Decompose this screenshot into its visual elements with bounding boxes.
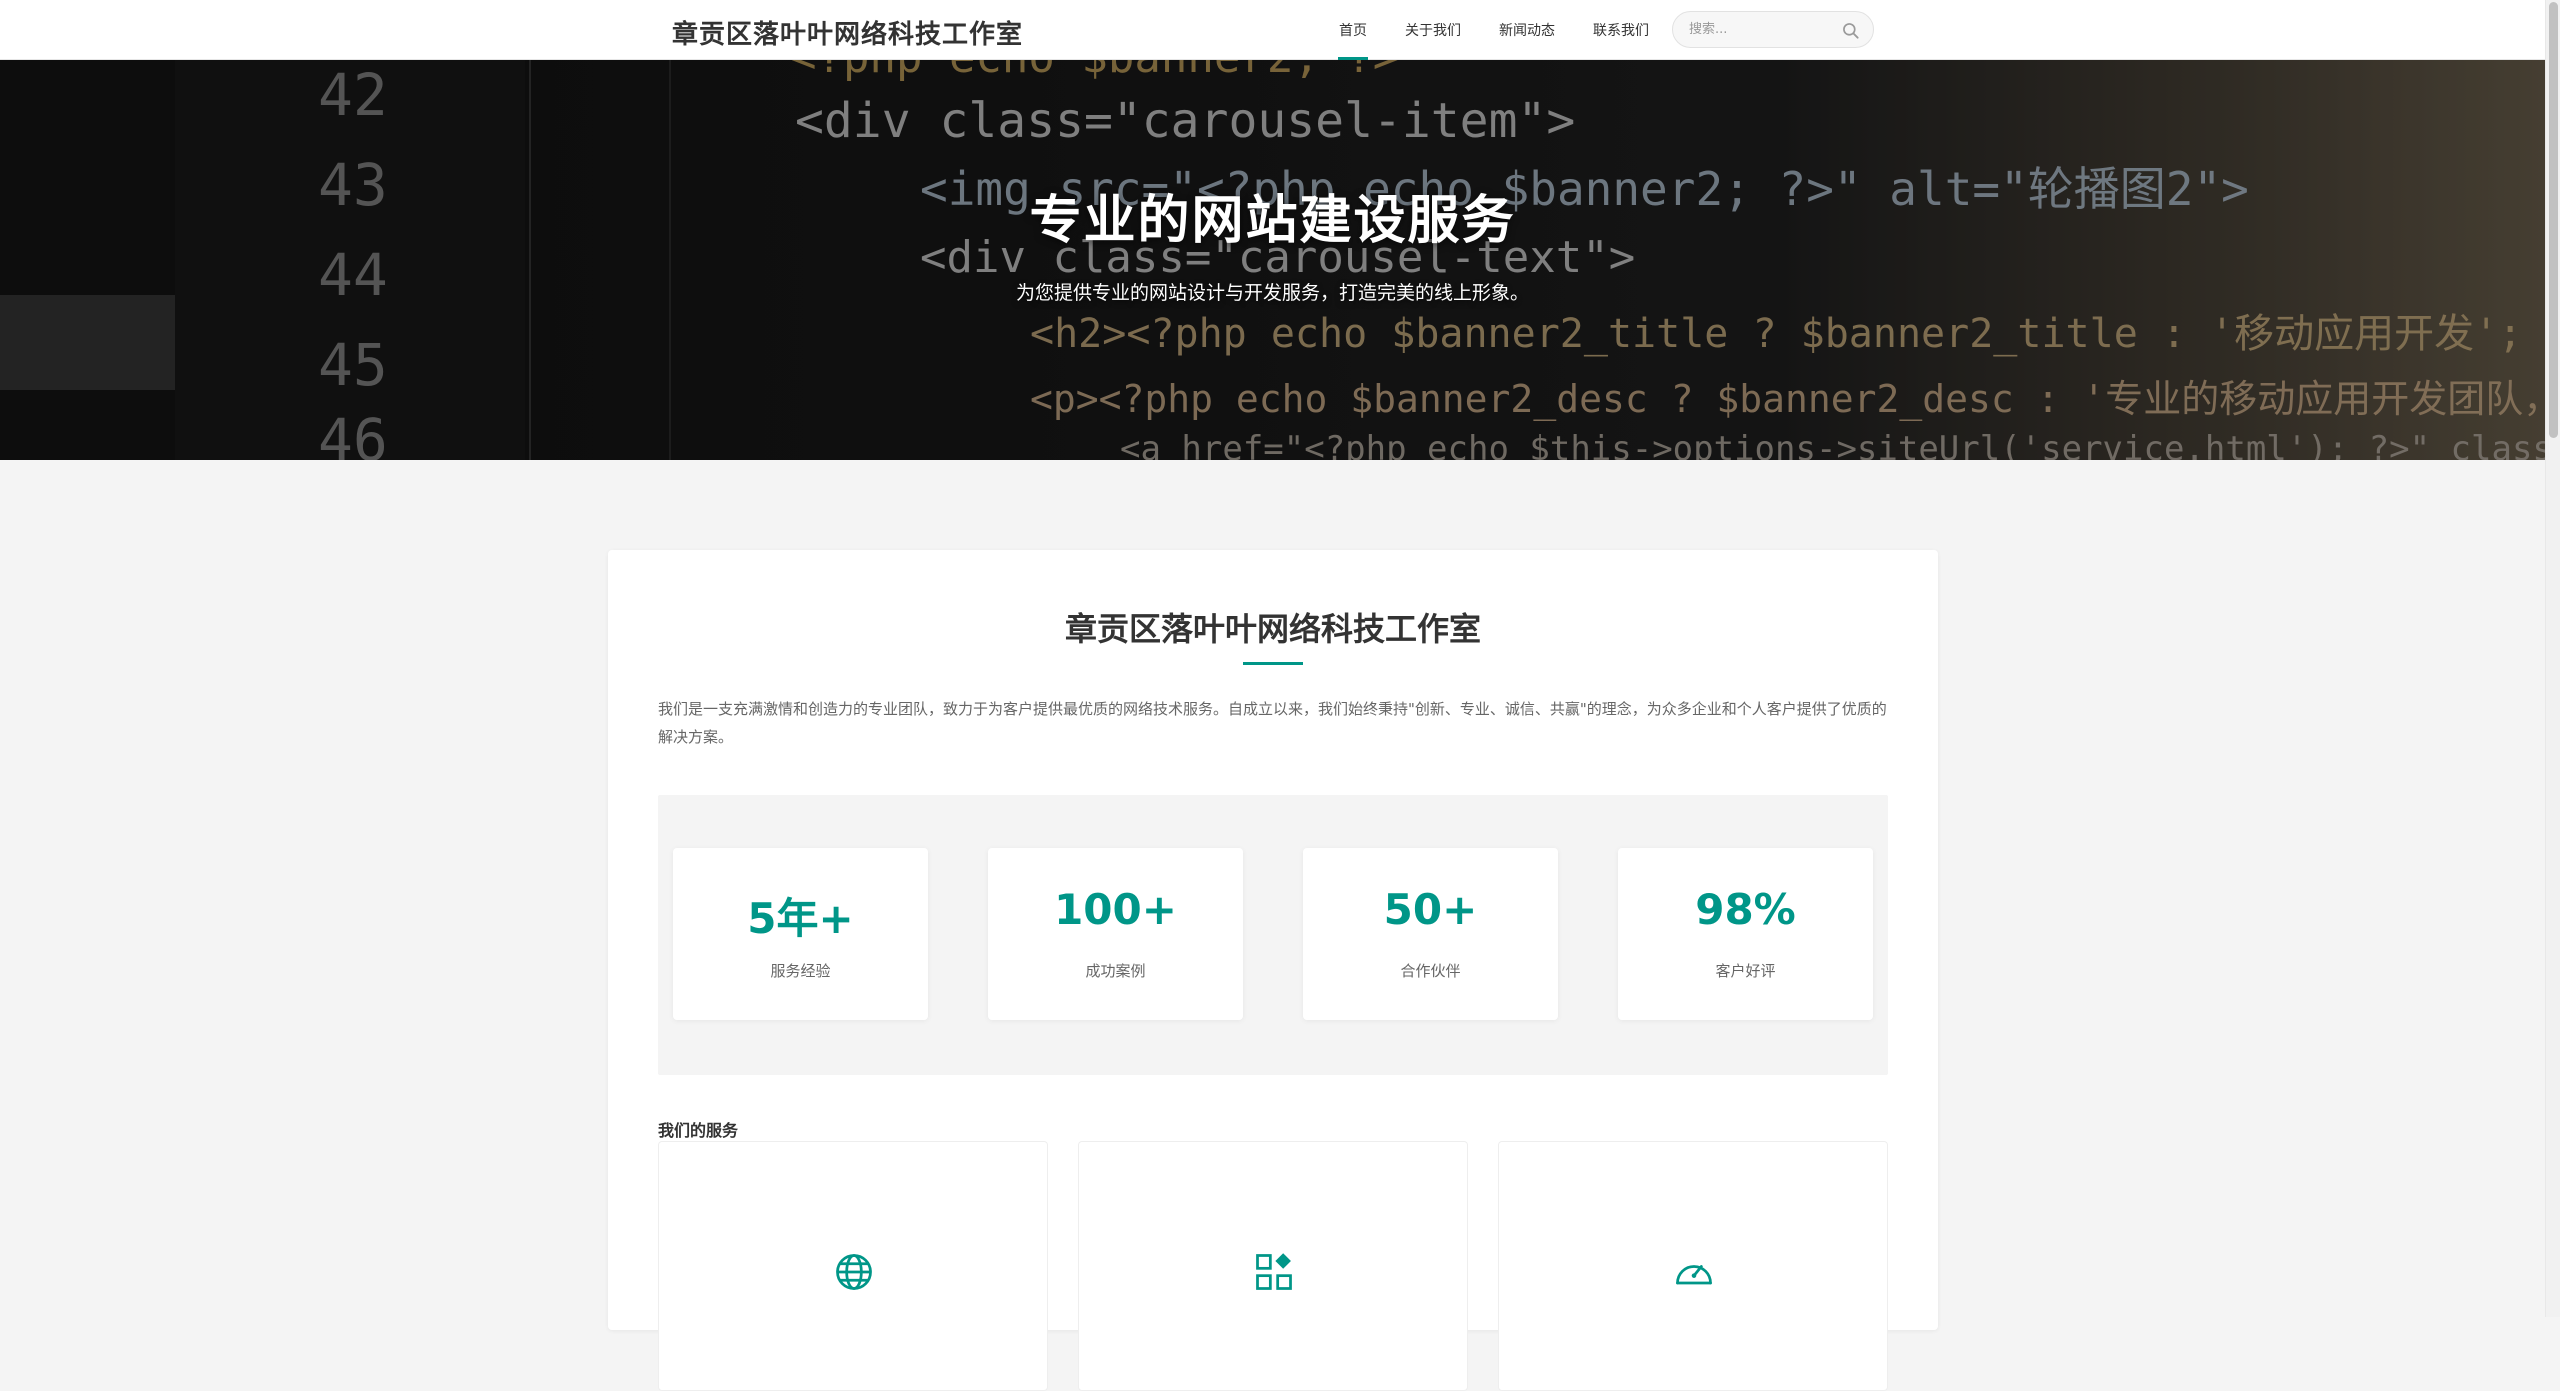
hero-description: 为您提供专业的网站设计与开发服务，打造完美的线上形象。 [1015, 282, 1529, 304]
globe-icon [836, 1254, 872, 1290]
top-navigation-bar: 章贡区落叶叶网络科技工作室 首页 关于我们 新闻动态 联系我们 [0, 0, 2545, 60]
nav-item-contact[interactable]: 联系我们 [1574, 0, 1668, 60]
stat-card-cases: 100+ 成功案例 [988, 848, 1243, 1020]
hero-overlay [0, 60, 2545, 460]
nav-label: 关于我们 [1405, 23, 1461, 39]
nav-label: 新闻动态 [1499, 23, 1555, 39]
nav-item-news[interactable]: 新闻动态 [1480, 0, 1574, 60]
hero-banner: 42 43 44 45 46 <?php echo $banner2; ?> <… [0, 60, 2545, 460]
stat-label: 服务经验 [770, 962, 831, 980]
stat-card-partners: 50+ 合作伙伴 [1303, 848, 1558, 1020]
stat-value: 98% [1695, 885, 1796, 934]
service-card-performance[interactable] [1498, 1141, 1888, 1391]
nav-label: 首页 [1339, 23, 1367, 39]
stat-label: 合作伙伴 [1400, 962, 1461, 980]
scrollbar-thumb[interactable] [2549, 2, 2558, 438]
stat-card-reviews: 98% 客户好评 [1618, 848, 1873, 1020]
page-scrollbar[interactable] [2545, 0, 2560, 1317]
stat-value: 100+ [1054, 885, 1177, 934]
about-intro: 我们是一支充满激情和创造力的专业团队，致力于为客户提供最优质的网络技术服务。自成… [658, 700, 1887, 746]
search-input[interactable] [1687, 21, 1827, 38]
stat-card-experience: 5年+ 服务经验 [673, 848, 928, 1020]
search-box [1672, 11, 1874, 48]
nav-item-about[interactable]: 关于我们 [1386, 0, 1480, 60]
stat-label: 客户好评 [1715, 962, 1776, 980]
service-card-web[interactable] [658, 1141, 1048, 1391]
site-brand[interactable]: 章贡区落叶叶网络科技工作室 [672, 14, 1023, 51]
service-card-apps[interactable] [1078, 1141, 1468, 1391]
nav-item-home[interactable]: 首页 [1320, 0, 1386, 60]
hero-title: 专业的网站建设服务 [1029, 191, 1516, 251]
search-icon[interactable] [1841, 21, 1861, 41]
about-card: 章贡区落叶叶网络科技工作室 我们是一支充满激情和创造力的专业团队，致力于为客户提… [608, 550, 1938, 1391]
main-nav: 首页 关于我们 新闻动态 联系我们 [1320, 0, 1668, 60]
speedometer-icon [1676, 1265, 1712, 1285]
apps-grid-icon [1256, 1253, 1292, 1290]
nav-label: 联系我们 [1593, 23, 1649, 39]
services-heading: 我们的服务 [658, 1121, 739, 1140]
about-title: 章贡区落叶叶网络科技工作室 [1064, 610, 1481, 648]
stat-value: 50+ [1383, 885, 1478, 934]
stats-panel: 5年+ 服务经验 100+ 成功案例 50+ 合作伙伴 98% 客户好评 [658, 795, 1888, 1075]
title-underline [1243, 662, 1303, 665]
stat-label: 成功案例 [1085, 962, 1146, 980]
stat-value: 5年+ [747, 894, 854, 943]
